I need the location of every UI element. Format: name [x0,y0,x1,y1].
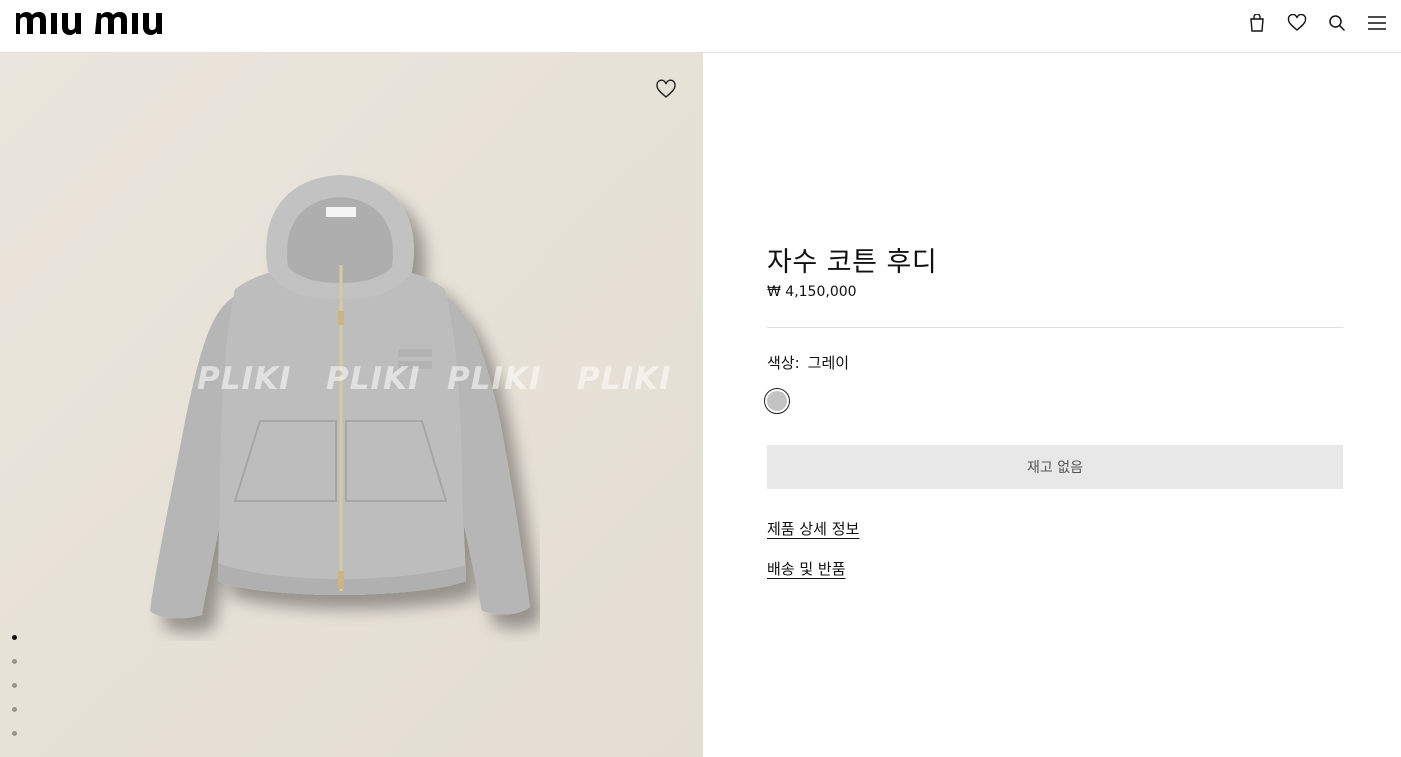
color-selection-label: 색상: 그레이 [767,352,849,373]
color-swatch-gray[interactable] [764,388,790,414]
out-of-stock-button[interactable]: 재고 없음 [767,445,1343,489]
swatch-fill [767,391,787,411]
product-price: ₩ 4,150,000 [767,284,857,300]
watermark-text: PLIKI [447,361,542,397]
product-details-link[interactable]: 제품 상세 정보 [767,518,859,539]
heart-icon[interactable] [1287,13,1307,33]
color-label: 색상: [767,354,800,372]
color-value: 그레이 [807,354,850,372]
menu-icon[interactable] [1367,13,1387,33]
product-title: 자수 코튼 후디 [767,247,938,278]
wishlist-heart-icon[interactable] [655,79,677,99]
gallery-dot-3[interactable] [12,683,17,688]
site-header [0,0,1401,53]
watermark-text: PLIKI [577,361,672,397]
watermark-text: PLIKI [197,361,292,397]
header-actions [1247,13,1387,33]
search-icon[interactable] [1327,13,1347,33]
shipping-returns-link[interactable]: 배송 및 반품 [767,558,846,579]
product-image-gallery[interactable]: PLIKI PLIKI PLIKI PLIKI [0,53,703,757]
watermark-text: PLIKI [326,361,421,397]
shopping-bag-icon[interactable] [1247,13,1267,33]
gallery-pagination [12,635,17,736]
gallery-dot-4[interactable] [12,707,17,712]
miu-miu-logo[interactable] [16,9,166,37]
gallery-dot-1[interactable] [12,635,17,640]
product-hoodie-image [150,175,530,619]
divider [767,327,1343,328]
gallery-dot-5[interactable] [12,731,17,736]
gallery-dot-2[interactable] [12,659,17,664]
